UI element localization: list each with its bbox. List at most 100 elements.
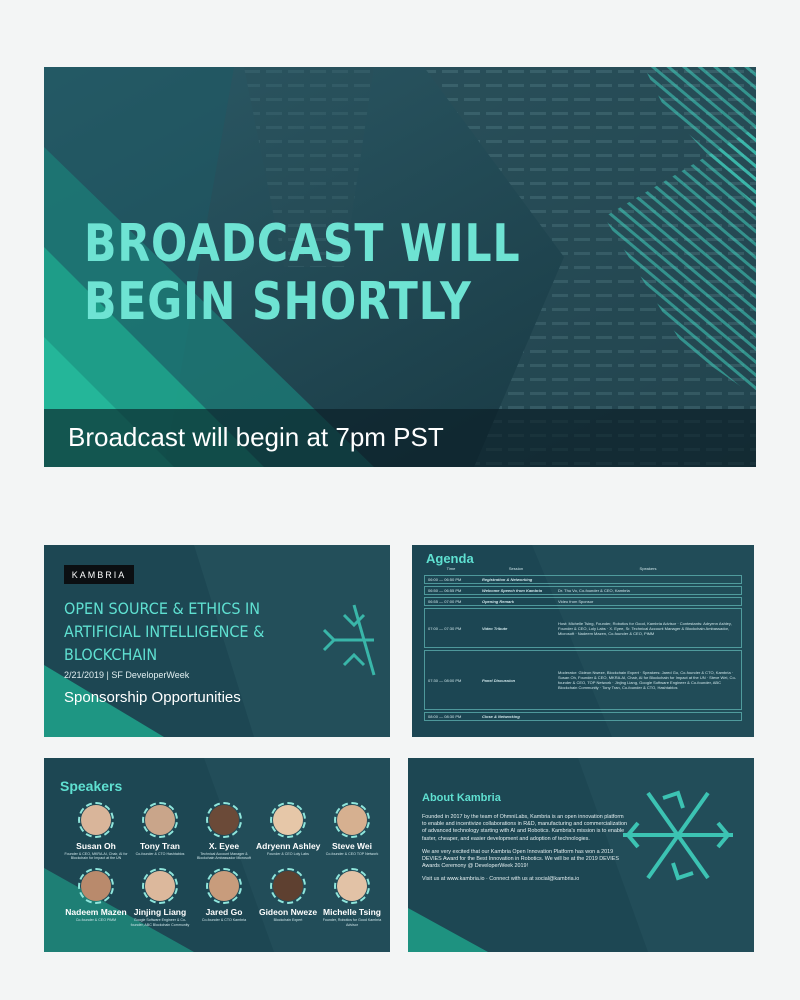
hero-slide: BROADCAST WILL BEGIN SHORTLY Broadcast w… xyxy=(44,67,756,467)
speaker-role: Co-founder & CEO TOP Network xyxy=(325,852,379,856)
avatar-photo xyxy=(145,805,175,835)
about-body: Founded in 2017 by the team of OhmniLabs… xyxy=(422,814,627,890)
avatar-photo xyxy=(273,805,303,835)
row-time: 06:00 — 06:50 PM xyxy=(428,577,462,582)
avatar-photo xyxy=(337,871,367,902)
speakers-grid: Susan Oh Founder & CEO, MKRA.AI, Chair, A… xyxy=(64,802,384,927)
speaker-name: Gideon Nweze xyxy=(258,907,318,918)
avatar xyxy=(270,868,306,905)
title-slide-thumbnail[interactable]: KAMBRIA OPEN SOURCE & ETHICS IN ARTIFICI… xyxy=(44,545,390,737)
speaker-card: Nadeem Mazen Co-founder & CEO PiMM xyxy=(64,868,128,926)
about-heading: About Kambria xyxy=(422,792,501,804)
avatar-photo xyxy=(81,871,111,902)
col-time: Time xyxy=(446,566,456,571)
about-paragraph: We are very excited that our Kambria Ope… xyxy=(422,848,619,870)
avatar-photo xyxy=(209,805,239,835)
row-session: Video Tribute xyxy=(482,625,508,631)
speaker-name: Michelle Tsing xyxy=(323,907,381,918)
table-row: 06:00 — 06:50 PM Registration & Networki… xyxy=(424,575,742,584)
agenda-heading: Agenda xyxy=(426,551,474,566)
row-speakers: Video from Sponsor xyxy=(558,599,594,604)
avatar-photo xyxy=(209,871,239,902)
avatar-photo xyxy=(273,871,303,902)
row-time: 06:55 — 07:00 PM xyxy=(428,599,462,604)
row-speakers: Dr. Thu Vo, Co-founder & CEO, Kambria xyxy=(558,588,630,593)
speaker-card: Susan Oh Founder & CEO, MKRA.AI, Chair, A… xyxy=(64,802,128,860)
row-speakers: Host: Michelle Tsing, Founder, Robotics … xyxy=(558,620,732,636)
speaker-role: Founder, Robotics for Good Kambria Advis… xyxy=(322,918,382,927)
row-time: 07:00 — 07:30 PM xyxy=(428,625,462,631)
speaker-name: Jinjing Liang xyxy=(133,907,187,918)
slide-subtitle: Sponsorship Opportunities xyxy=(64,689,241,706)
about-contact: Visit us at www.kambria.io · Connect wit… xyxy=(422,876,580,883)
speaker-role: Blockchain Expert xyxy=(273,918,303,923)
speaker-name: Steve Wei xyxy=(331,841,372,851)
speaker-card: Tony Tran Co-founder & CTO Hashtablos xyxy=(128,802,192,860)
speaker-role: Founder & CEO, MKRA.AI, Chair, AI for Bl… xyxy=(64,852,128,861)
table-row: 07:30 — 08:00 PM Panel Discussion Modera… xyxy=(424,650,742,710)
table-row: 07:00 — 07:30 PM Video Tribute Host: Mic… xyxy=(424,608,742,648)
speakers-heading: Speakers xyxy=(60,778,123,794)
slide-title-line: OPEN SOURCE & ETHICS IN xyxy=(64,599,261,618)
caption-bar: Broadcast will begin at 7pm PST xyxy=(44,409,756,467)
avatar xyxy=(334,802,370,838)
avatar-photo xyxy=(81,805,111,835)
row-session: Close & Networking xyxy=(482,714,520,719)
avatar-photo xyxy=(337,805,367,835)
event-meta: 2/21/2019 | SF DeveloperWeek xyxy=(64,670,190,680)
avatar xyxy=(206,868,242,905)
speaker-name: Nadeem Mazen xyxy=(65,907,127,918)
speaker-name: Susan Oh xyxy=(76,841,116,851)
speaker-name: Tony Tran xyxy=(140,841,180,851)
speaker-role: Founder & CEO Loly Labs xyxy=(267,852,309,856)
avatar xyxy=(334,868,370,905)
speaker-name: Adryenn Ashley xyxy=(256,841,321,851)
speaker-name: X. Eyee xyxy=(208,841,240,851)
about-slide-thumbnail[interactable]: About Kambria Founded in 2017 by the tea… xyxy=(408,758,754,952)
speaker-card: Jared Go Co-founder & CTO Kambria xyxy=(192,868,256,926)
table-row: 06:50 — 06:55 PM Welcome Speech from Kam… xyxy=(424,586,742,595)
row-speakers: Moderator: Gideon Nweze, Blockchain Expe… xyxy=(558,670,736,690)
speaker-role: Co-founder & CEO PiMM xyxy=(75,918,117,923)
avatar xyxy=(78,868,114,905)
table-row: 08:00 — 08:30 PM Close & Networking xyxy=(424,712,742,721)
col-speakers: Speakers xyxy=(639,566,657,571)
row-time: 07:30 — 08:00 PM xyxy=(428,677,462,683)
caption-text: Broadcast will begin at 7pm PST xyxy=(68,422,444,452)
speakers-slide-thumbnail[interactable]: Speakers Susan Oh Founder & CEO, MKRA.AI,… xyxy=(44,758,390,952)
agenda-table: 06:00 — 06:50 PM Registration & Networki… xyxy=(424,575,742,723)
avatar xyxy=(206,802,242,838)
speaker-card: Steve Wei Co-founder & CEO TOP Network xyxy=(320,802,384,860)
slide-title: OPEN SOURCE & ETHICS IN ARTIFICIAL INTEL… xyxy=(64,597,264,666)
row-session: Opening Remark xyxy=(482,599,515,604)
avatar-photo xyxy=(145,871,175,902)
agenda-slide-thumbnail[interactable]: Agenda Time Session Speakers 06:00 — 06:… xyxy=(412,545,754,737)
row-session: Welcome Speech from Kambria xyxy=(482,588,542,593)
slide-title-line: ARTIFICIAL INTELLIGENCE & xyxy=(64,622,265,641)
speaker-role: Google Software Engineer & Co-founder, A… xyxy=(130,918,190,927)
speaker-role: Technical Account Manager & Blockchain A… xyxy=(197,852,251,861)
speaker-name: Jared Go xyxy=(205,907,243,918)
hero-title: BROADCAST WILL BEGIN SHORTLY xyxy=(84,215,520,331)
row-session: Panel Discussion xyxy=(482,677,516,683)
avatar xyxy=(142,868,178,905)
row-session: Registration & Networking xyxy=(482,577,533,582)
speaker-card: Michelle Tsing Founder, Robotics for Good… xyxy=(320,868,384,927)
speaker-card: X. Eyee Technical Account Manager & Block… xyxy=(192,802,256,860)
speaker-card: Gideon Nweze Blockchain Expert xyxy=(256,868,320,926)
col-session: Session xyxy=(508,566,524,571)
avatar xyxy=(78,802,114,838)
row-time: 06:50 — 06:55 PM xyxy=(428,588,462,593)
speaker-role: Co-founder & CTO Hashtablos xyxy=(135,852,185,856)
speaker-card: Jinjing Liang Google Software Engineer & … xyxy=(128,868,192,927)
kambria-logo: KAMBRIA xyxy=(64,565,134,584)
table-row: 06:55 — 07:00 PM Opening Remark Video fr… xyxy=(424,597,742,606)
hero-title-line2: BEGIN SHORTLY xyxy=(84,272,472,332)
speaker-role: Co-founder & CTO Kambria xyxy=(201,918,247,923)
speaker-card: Adryenn Ashley Founder & CEO Loly Labs xyxy=(256,802,320,860)
hero-title-line1: BROADCAST WILL xyxy=(84,214,521,274)
avatar xyxy=(142,802,178,838)
slide-title-line: BLOCKCHAIN xyxy=(64,645,158,664)
agenda-header-row: Time Session Speakers xyxy=(424,566,742,571)
about-paragraph: Founded in 2017 by the team of OhmniLabs… xyxy=(422,814,627,842)
